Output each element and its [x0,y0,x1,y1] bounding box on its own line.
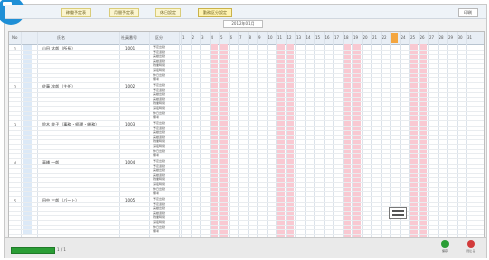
row-divider [9,87,484,89]
row-divider [9,119,484,121]
row-divider [9,233,484,235]
row-divider [9,54,484,56]
close-label: 閉じる [466,249,476,253]
header-no: No [12,35,18,40]
day-header: 20 [362,35,368,40]
day-header: 4 [210,35,214,40]
row-divider [9,177,484,179]
row-divider [9,110,484,112]
schedule-grid: No 氏名 社員番号 区分 1 2 3 4 5 6 7 8 9 10 11 12 13 14 15 16 17 1… [8,31,485,238]
row-divider [9,77,484,79]
progress-bar [11,247,55,254]
save-button[interactable]: 保存 [436,240,454,256]
day-header: 29 [448,35,454,40]
row-divider [9,219,484,221]
day-header: 16 [324,35,330,40]
day-header: 13 [296,35,302,40]
day-header: 27 [429,35,435,40]
header-kind: 区分 [155,35,163,40]
header-name: 氏名 [57,35,65,40]
row-divider [9,115,484,117]
save-label: 保存 [441,249,448,253]
row-divider [9,63,484,65]
row-divider [9,148,484,150]
row-divider [9,163,484,165]
day-header: 28 [438,35,444,40]
row-divider [9,96,484,98]
row-divider [9,201,484,203]
day-header: 21 [372,35,378,40]
month-selector[interactable]: 2012年01月 [223,20,263,28]
row-divider [9,181,484,183]
top-toolbar: 稼働予定表 月間予定表 休日設定 勤務区分設定 印刷 [5,5,486,19]
tab-holidays[interactable]: 休日設定 [155,8,181,17]
row-divider [9,215,484,217]
day-header: 24 [400,35,406,40]
row-divider [9,101,484,103]
tab-shift-settings[interactable]: 勤務区分設定 [198,8,232,17]
day-header: 26 [419,35,425,40]
row-divider [9,139,484,141]
status-bar: 1 / 1 保存 閉じる [5,237,486,258]
print-button[interactable]: 印刷 [458,8,478,17]
close-button[interactable]: 閉じる [462,240,480,256]
row-divider [9,125,484,127]
day-header: 9 [258,35,261,40]
selected-cell[interactable] [389,207,407,219]
row-divider [9,72,484,74]
row-divider [9,105,484,107]
row-divider [9,229,484,231]
row-divider [9,153,484,155]
row-divider [9,49,484,51]
day-header: 30 [457,35,463,40]
header-code: 社員番号 [121,35,137,40]
row-divider [9,134,484,136]
row-divider [9,224,484,226]
row-divider [9,206,484,208]
day-header: 8 [248,35,252,40]
day-header: 14 [305,35,311,40]
row-divider [9,130,484,132]
row-divider [9,172,484,174]
day-header: 18 [343,35,349,40]
row-divider [9,186,484,188]
day-header: 7 [239,35,242,40]
day-header: 17 [334,35,340,40]
row-divider [9,157,484,159]
row-divider [9,143,484,145]
row-divider [9,195,484,197]
row-divider [9,81,484,83]
day-header: 31 [467,35,473,40]
day-header: 11 [277,35,283,40]
day-header: 15 [315,35,321,40]
tab-schedule[interactable]: 稼働予定表 [61,8,91,17]
day-header: 10 [267,35,273,40]
row-divider [9,58,484,60]
row-divider [9,210,484,212]
day-header: 22 [381,35,387,40]
row-divider [9,92,484,94]
row-divider [9,168,484,170]
row-divider [9,191,484,193]
day-header: 6 [229,35,233,40]
save-icon [441,240,449,248]
pager-text: 1 / 1 [57,247,66,252]
today-marker [390,33,398,43]
tab-monthly[interactable]: 月間予定表 [109,8,139,17]
row-divider [9,67,484,69]
app-window: 稼働予定表 月間予定表 休日設定 勤務区分設定 印刷 2012年01月 No 氏… [0,0,487,258]
day-header: 12 [286,35,292,40]
day-header: 1 [182,35,185,40]
day-header: 3 [201,35,204,40]
day-header: 2 [191,35,195,40]
day-header: 5 [220,35,223,40]
day-header: 19 [353,35,359,40]
close-icon [467,240,475,248]
day-header: 25 [410,35,416,40]
